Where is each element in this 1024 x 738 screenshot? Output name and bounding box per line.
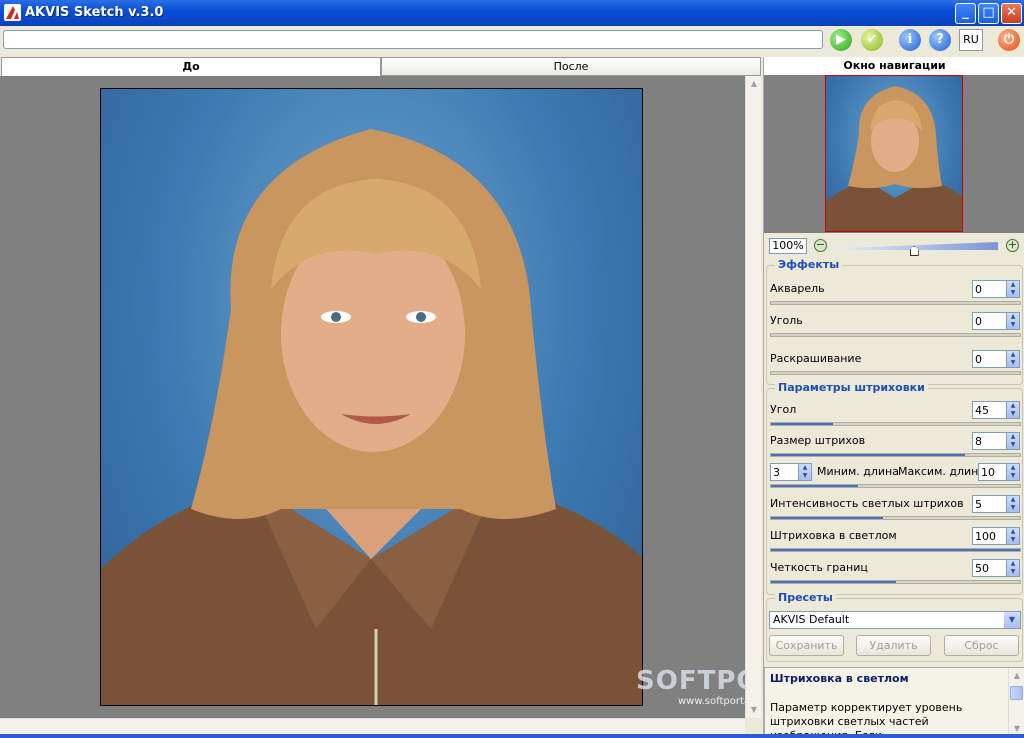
canvas-horizontal-scrollbar[interactable] [0, 718, 745, 734]
help-text: Параметр корректирует уровень штриховки … [770, 701, 963, 737]
portrait-photo [100, 88, 643, 706]
settings-panel: Окно навигации 100% − + Эффекты Акварель… [763, 57, 1024, 738]
toolbar: ▶ ✔ i ? RU ⏻ [0, 26, 1024, 56]
hatching-group: Параметры штриховки Угол 45 ▲ ▼ Размер штр… [766, 381, 1024, 595]
angle-spinbox[interactable]: 45 ▲ ▼ [972, 401, 1020, 419]
watercolor-label: Акварель [770, 282, 825, 295]
window-title: AKVIS Sketch v.3.0 [25, 5, 164, 20]
stroke-size-label: Размер штрихов [770, 434, 866, 447]
stroke-size-slider[interactable] [770, 453, 1021, 457]
zoom-in-icon[interactable]: + [1006, 239, 1019, 252]
chevron-down-icon[interactable]: ▼ [1004, 612, 1020, 628]
zoom-controls: 100% − + [764, 234, 1024, 256]
charcoal-slider[interactable] [770, 333, 1021, 337]
akvis-logo-icon [4, 4, 21, 21]
language-button[interactable]: RU [959, 29, 983, 51]
help-scroll-thumb[interactable] [1010, 686, 1023, 700]
stroke-length-slider[interactable] [770, 484, 1021, 488]
scroll-down-icon[interactable]: ▼ [746, 702, 762, 718]
light-hatching-label: Штриховка в светлом [770, 529, 897, 542]
apply-icon[interactable]: ✔ [861, 29, 883, 51]
coloring-slider[interactable] [770, 371, 1021, 375]
canvas-vertical-scrollbar[interactable]: ▲ ▼ [745, 76, 761, 718]
title-bar: AKVIS Sketch v.3.0 _ □ ✕ [0, 0, 1024, 26]
zoom-out-icon[interactable]: − [814, 239, 827, 252]
effect-row-charcoal: Уголь 0 ▲ ▼ [767, 312, 1024, 344]
image-canvas[interactable]: SOFTPORTAL www.softportal.com [0, 76, 834, 718]
watercolor-spinbox[interactable]: 0 ▲ ▼ [972, 280, 1020, 298]
coloring-label: Раскрашивание [770, 352, 862, 365]
power-icon[interactable]: ⏻ [998, 29, 1020, 51]
effects-legend: Эффекты [775, 258, 843, 271]
navigation-title: Окно навигации [764, 57, 1024, 75]
help-panel: Штриховка в светлом Параметр корректируе… [764, 667, 1024, 738]
presets-legend: Пресеты [775, 591, 836, 604]
light-intensity-label: Интенсивность светлых штрихов [770, 497, 964, 510]
max-length-spinbox[interactable]: 10 ▲ ▼ [978, 463, 1020, 481]
hatching-legend: Параметры штриховки [775, 381, 928, 394]
delete-preset-button[interactable]: Удалить [856, 635, 931, 656]
maximize-button[interactable]: □ [978, 3, 999, 24]
scroll-up-icon[interactable]: ▲ [1009, 668, 1024, 684]
stroke-length-row: 3 ▲ ▼ Миним. длина Максим. длина 10 ▲ ▼ [767, 463, 1024, 495]
angle-row: Угол 45 ▲ ▼ [767, 401, 1024, 433]
coloring-spinbox[interactable]: 0 ▲ ▼ [972, 350, 1020, 368]
save-preset-button[interactable]: Сохранить [769, 635, 844, 656]
min-length-label: Миним. длина [817, 465, 899, 478]
taskbar-edge [0, 734, 1024, 738]
help-icon[interactable]: ? [929, 29, 951, 51]
effect-row-watercolor: Акварель 0 ▲ ▼ [767, 280, 1024, 312]
reset-preset-button[interactable]: Сброс [944, 635, 1019, 656]
light-hatching-spinbox[interactable]: 100 ▲ ▼ [972, 527, 1020, 545]
preset-selected-value: AKVIS Default [773, 613, 850, 626]
light-hatching-slider[interactable] [770, 548, 1021, 552]
max-length-label: Максим. длина [898, 465, 986, 478]
angle-label: Угол [770, 403, 797, 416]
zoom-value[interactable]: 100% [769, 238, 807, 254]
light-intensity-slider[interactable] [770, 516, 1021, 520]
info-icon[interactable]: i [899, 29, 921, 51]
run-icon[interactable]: ▶ [830, 29, 852, 51]
edge-sharpness-label: Четкость границ [770, 561, 868, 574]
angle-slider[interactable] [770, 422, 1021, 426]
minimize-button[interactable]: _ [955, 3, 976, 24]
preset-select[interactable]: AKVIS Default ▼ [769, 611, 1021, 629]
close-button[interactable]: ✕ [1001, 3, 1022, 24]
file-path-input[interactable] [3, 30, 823, 49]
stroke-size-row: Размер штрихов 8 ▲ ▼ [767, 432, 1024, 464]
edge-sharpness-slider[interactable] [770, 580, 1021, 584]
effects-group: Эффекты Акварель 0 ▲ ▼ Уголь 0 ▲ ▼ Раскрашив… [766, 258, 1024, 385]
navigation-thumbnail[interactable] [825, 75, 963, 232]
view-tabs: До После [0, 57, 761, 76]
charcoal-label: Уголь [770, 314, 803, 327]
watercolor-slider[interactable] [770, 301, 1021, 305]
help-scrollbar[interactable]: ▲ ▼ [1008, 668, 1024, 737]
help-title: Штриховка в светлом [770, 672, 909, 685]
light-hatching-row: Штриховка в светлом 100 ▲ ▼ [767, 527, 1024, 559]
effect-row-coloring: Раскрашивание 0 ▲ ▼ [767, 350, 1024, 382]
light-intensity-row: Интенсивность светлых штрихов 5 ▲ ▼ [767, 495, 1024, 527]
charcoal-spinbox[interactable]: 0 ▲ ▼ [972, 312, 1020, 330]
edge-sharpness-spinbox[interactable]: 50 ▲ ▼ [972, 559, 1020, 577]
navigation-window [764, 75, 1024, 233]
tab-after[interactable]: После [381, 57, 761, 76]
scroll-up-icon[interactable]: ▲ [746, 76, 762, 92]
min-length-spinbox[interactable]: 3 ▲ ▼ [770, 463, 812, 481]
stroke-size-spinbox[interactable]: 8 ▲ ▼ [972, 432, 1020, 450]
tab-before[interactable]: До [1, 57, 381, 76]
edge-sharpness-row: Четкость границ 50 ▲ ▼ [767, 559, 1024, 591]
light-intensity-spinbox[interactable]: 5 ▲ ▼ [972, 495, 1020, 513]
